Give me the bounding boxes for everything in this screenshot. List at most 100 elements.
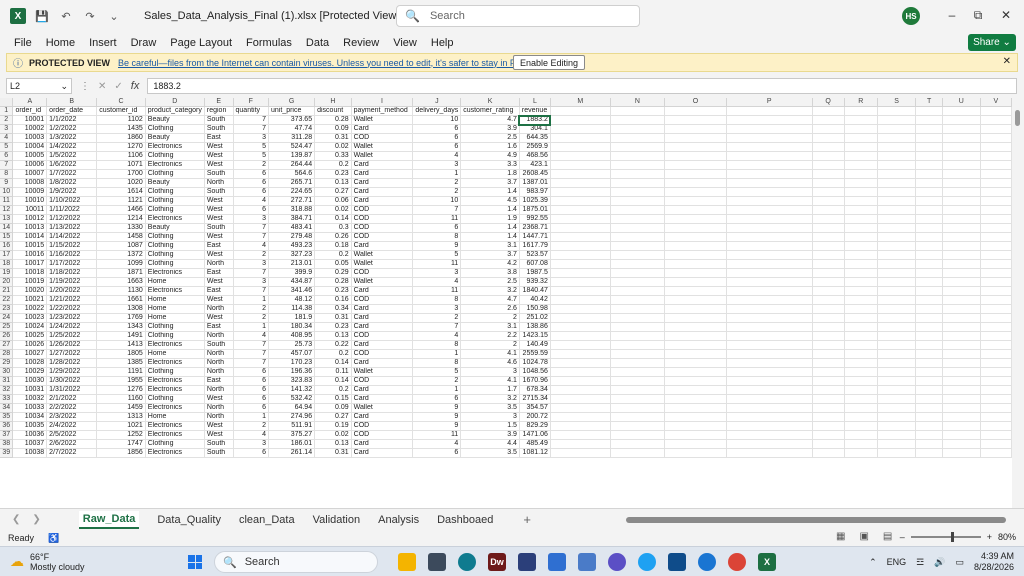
cell[interactable]: 0.05 [314, 259, 352, 270]
cell[interactable] [664, 331, 727, 342]
cell[interactable] [915, 430, 943, 441]
cell[interactable] [980, 142, 1012, 153]
cell[interactable]: 1372 [96, 250, 146, 261]
cell[interactable] [980, 106, 1012, 117]
cell[interactable] [726, 115, 813, 126]
cell[interactable]: 1.7 [460, 385, 520, 396]
cell[interactable] [980, 241, 1012, 252]
cell[interactable]: 2 [412, 376, 462, 387]
cell[interactable]: 10006 [12, 160, 48, 171]
cell[interactable]: North [204, 304, 234, 315]
cell[interactable]: 1.4 [460, 187, 520, 198]
cell[interactable] [915, 268, 943, 279]
cell[interactable]: Card [351, 358, 414, 369]
file-explorer-icon[interactable] [398, 553, 416, 571]
cell[interactable]: 3.5 [460, 403, 520, 414]
cell[interactable] [980, 268, 1012, 279]
cell[interactable] [664, 178, 727, 189]
cell[interactable]: 1/22/2022 [46, 304, 98, 315]
cell[interactable] [664, 340, 727, 351]
zoom-out-icon[interactable]: – [900, 532, 905, 542]
cell[interactable]: Card [351, 169, 414, 180]
cell[interactable]: 2.5 [460, 133, 520, 144]
cell[interactable] [664, 214, 727, 225]
cell[interactable] [915, 133, 943, 144]
cell[interactable]: South [204, 187, 234, 198]
cell[interactable] [550, 412, 611, 423]
cell[interactable]: COD [351, 214, 414, 225]
cell[interactable]: 1871 [96, 268, 146, 279]
cell[interactable] [610, 358, 666, 369]
cell[interactable]: 1/13/2022 [46, 223, 98, 234]
cell[interactable] [844, 214, 878, 225]
more-options-icon[interactable]: ⋮ [80, 81, 90, 92]
menu-insert[interactable]: Insert [89, 37, 117, 49]
cell[interactable] [812, 124, 845, 135]
minimize-icon[interactable]: – [944, 8, 960, 22]
cell[interactable]: 6 [233, 385, 270, 396]
cell[interactable]: 10030 [12, 376, 48, 387]
cell[interactable] [980, 214, 1012, 225]
cell[interactable]: 40.42 [519, 295, 551, 306]
cell[interactable] [812, 277, 845, 288]
cell[interactable] [550, 115, 611, 126]
cell[interactable] [844, 178, 878, 189]
cell[interactable] [812, 331, 845, 342]
cell[interactable]: 1.4 [460, 232, 520, 243]
cell[interactable]: Clothing [145, 331, 205, 342]
cell[interactable]: COD [351, 421, 414, 432]
cell[interactable]: 7 [412, 322, 462, 333]
cell[interactable]: 1.4 [460, 223, 520, 234]
cell[interactable]: North [204, 331, 234, 342]
cell[interactable] [844, 439, 878, 450]
cell[interactable] [812, 241, 845, 252]
cell[interactable] [664, 277, 727, 288]
cell[interactable]: 8 [412, 358, 462, 369]
cell[interactable]: 1987.5 [519, 268, 551, 279]
cell[interactable] [915, 358, 943, 369]
cell[interactable] [844, 250, 878, 261]
row-header[interactable]: 4 [0, 133, 14, 144]
column-header[interactable]: G [268, 98, 316, 108]
cell[interactable] [942, 358, 981, 369]
menu-page-layout[interactable]: Page Layout [170, 37, 232, 49]
cell[interactable]: 318.88 [268, 205, 316, 216]
cell[interactable]: Beauty [145, 223, 205, 234]
cell[interactable] [915, 124, 943, 135]
cell[interactable] [942, 439, 981, 450]
cell[interactable] [812, 133, 845, 144]
cell[interactable] [664, 367, 727, 378]
cell[interactable]: 1/30/2022 [46, 376, 98, 387]
taskbar-search[interactable]: 🔍 Search [214, 551, 378, 573]
cell[interactable]: 7 [412, 205, 462, 216]
cell[interactable] [980, 259, 1012, 270]
row-header[interactable]: 11 [0, 196, 14, 207]
cell[interactable]: Clothing [145, 169, 205, 180]
column-header[interactable]: R [844, 98, 878, 108]
cell[interactable] [550, 277, 611, 288]
cell[interactable]: 1387.01 [519, 178, 551, 189]
cell[interactable]: 10033 [12, 403, 48, 414]
cell[interactable]: 1/24/2022 [46, 322, 98, 333]
cell[interactable]: 1313 [96, 412, 146, 423]
cell[interactable]: 10 [412, 115, 462, 126]
cell[interactable] [664, 232, 727, 243]
row-header[interactable]: 9 [0, 178, 14, 189]
cell[interactable]: 1020 [96, 178, 146, 189]
cell[interactable] [664, 115, 727, 126]
cell[interactable]: 1102 [96, 115, 146, 126]
cell[interactable]: 3.8 [460, 268, 520, 279]
cell[interactable]: 327.23 [268, 250, 316, 261]
cell[interactable] [812, 169, 845, 180]
cell[interactable] [726, 133, 813, 144]
column-header[interactable]: U [942, 98, 981, 108]
cell[interactable]: Clothing [145, 241, 205, 252]
volume-icon[interactable]: 🔊 [934, 557, 945, 568]
cell[interactable]: West [204, 313, 234, 324]
cell[interactable]: 10031 [12, 385, 48, 396]
cell[interactable]: West [204, 250, 234, 261]
cell[interactable] [726, 430, 813, 441]
cell[interactable] [812, 394, 845, 405]
cell[interactable]: 992.55 [519, 214, 551, 225]
cell[interactable] [664, 376, 727, 387]
